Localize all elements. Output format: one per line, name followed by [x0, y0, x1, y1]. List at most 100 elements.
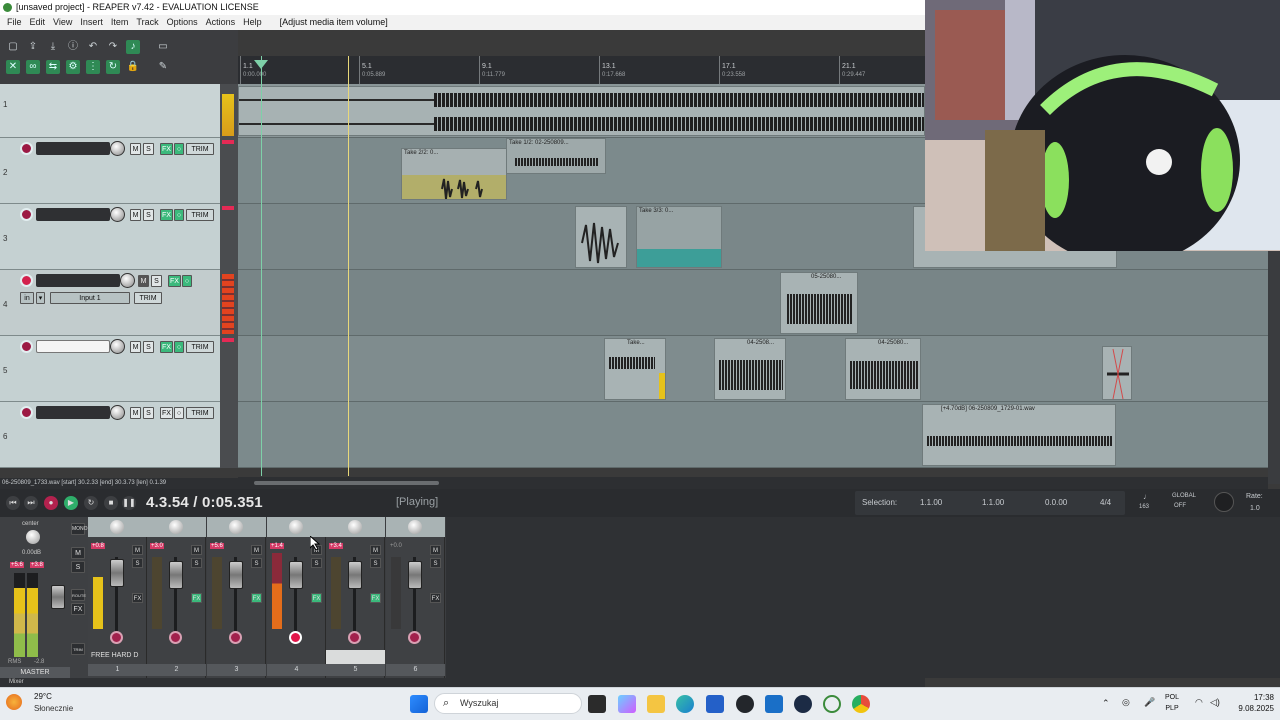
record-arm-button[interactable] — [169, 631, 182, 644]
horizontal-scroll-thumb[interactable] — [254, 481, 439, 485]
solo-button[interactable]: S — [151, 275, 162, 287]
media-item[interactable]: [+4.70dB] 06-250809_1729-01.wav — [922, 404, 1116, 466]
pan-knob[interactable] — [289, 520, 303, 534]
master-route-button[interactable]: ROUTE — [71, 589, 86, 601]
envelope-icon[interactable]: ✎ — [156, 60, 170, 74]
solo-button[interactable]: S — [143, 209, 154, 221]
master-pan-knob[interactable] — [26, 530, 40, 544]
media-item[interactable] — [238, 86, 925, 136]
redo-icon[interactable]: ↷ — [106, 40, 120, 54]
track-row[interactable]: 6 M S FX ○ TRIM — [0, 402, 220, 468]
grid-icon[interactable]: ▭ — [156, 40, 170, 54]
track-name-field[interactable] — [36, 142, 110, 155]
selection-length[interactable]: 0.0.00 — [1045, 498, 1067, 507]
chrome-icon[interactable] — [852, 695, 870, 713]
master-fx-button[interactable]: FX — [71, 603, 85, 615]
menu-track[interactable]: Track — [132, 15, 162, 30]
strip-name-field[interactable] — [326, 650, 385, 664]
solo-button[interactable]: S — [370, 558, 381, 568]
fx-bypass-icon[interactable]: ○ — [174, 407, 184, 419]
microphone-icon[interactable]: 🎤 — [1144, 697, 1155, 708]
pan-knob[interactable] — [169, 520, 183, 534]
track-name-field[interactable] — [36, 274, 120, 287]
mixer-docker-tab[interactable]: Mixer — [0, 678, 925, 687]
fx-button[interactable]: FX — [160, 209, 173, 221]
automation-trim-button[interactable]: TRIM — [186, 209, 214, 221]
pan-knob[interactable] — [348, 520, 362, 534]
fx-button[interactable]: FX — [132, 593, 143, 603]
new-project-icon[interactable]: ▢ — [6, 40, 20, 54]
timeline-ruler[interactable]: 1.1 0:00.000 5.1 0:05.889 9.1 0:11.779 1… — [238, 56, 925, 84]
record-arm-button[interactable] — [110, 631, 123, 644]
project-settings-icon[interactable]: ⓘ — [66, 40, 80, 54]
time-display[interactable]: 4.3.54 / 0:05.351 — [146, 494, 263, 511]
mute-button[interactable]: M — [191, 545, 202, 555]
automation-trim-button[interactable]: TRIM — [186, 341, 214, 353]
track-name-field[interactable] — [36, 340, 110, 353]
solo-button[interactable]: S — [191, 558, 202, 568]
global-automation-label[interactable]: GLOBAL — [1172, 493, 1196, 499]
solo-button[interactable]: S — [132, 558, 143, 568]
undo-icon[interactable]: ↶ — [86, 40, 100, 54]
solo-button[interactable]: S — [143, 143, 154, 155]
mute-button[interactable]: M — [370, 545, 381, 555]
menu-item[interactable]: Item — [107, 15, 133, 30]
pan-knob[interactable] — [229, 520, 243, 534]
rate-value[interactable]: 1.0 — [1250, 505, 1260, 512]
loop-icon[interactable]: ↻ — [106, 60, 120, 74]
auto-crossfade-icon[interactable]: ⚙ — [66, 60, 80, 74]
stop-icon[interactable]: ■ — [104, 496, 118, 510]
fx-button[interactable]: FX — [160, 143, 173, 155]
menu-actions[interactable]: Actions — [202, 15, 240, 30]
fade-handle[interactable] — [659, 373, 665, 399]
store-icon[interactable] — [706, 695, 724, 713]
automation-trim-button[interactable]: TRIM — [186, 143, 214, 155]
solo-button[interactable]: S — [143, 341, 154, 353]
record-arm-button[interactable] — [20, 142, 33, 155]
fx-bypass-icon[interactable]: ○ — [174, 341, 184, 353]
automation-trim-button[interactable]: TRIM — [134, 292, 162, 304]
volume-knob[interactable] — [120, 273, 135, 288]
solo-button[interactable]: S — [251, 558, 262, 568]
menu-help[interactable]: Help — [239, 15, 266, 30]
tempo[interactable]: 163 — [1139, 504, 1149, 510]
automation-trim-button[interactable]: TRIM — [186, 407, 214, 419]
volume-fader[interactable] — [169, 561, 183, 589]
item-grouping-icon[interactable]: ∞ — [26, 60, 40, 74]
record-arm-button[interactable] — [229, 631, 242, 644]
fx-button[interactable]: FX — [168, 275, 181, 287]
volume-fader[interactable] — [289, 561, 303, 589]
menu-view[interactable]: View — [49, 15, 76, 30]
mute-button[interactable]: M — [130, 143, 141, 155]
lock-icon[interactable]: 🔒 — [126, 60, 140, 74]
master-fader[interactable] — [51, 585, 65, 609]
media-item[interactable]: Take... — [604, 338, 666, 400]
track-name-field[interactable] — [36, 406, 110, 419]
fx-bypass-icon[interactable]: ○ — [182, 275, 192, 287]
record-arm-button[interactable] — [20, 340, 33, 353]
solo-button[interactable]: S — [430, 558, 441, 568]
record-arm-button[interactable] — [20, 406, 33, 419]
track-name-field[interactable] — [36, 208, 110, 221]
repeat-icon[interactable]: ↻ — [84, 496, 98, 510]
trim-content-icon[interactable]: ✕ — [6, 60, 20, 74]
mute-button[interactable]: M — [251, 545, 262, 555]
volume-fader[interactable] — [408, 561, 422, 589]
volume-fader[interactable] — [229, 561, 243, 589]
volume-knob[interactable] — [110, 141, 125, 156]
language-indicator[interactable]: POL PLP — [1165, 692, 1179, 714]
snap-grid-icon[interactable]: ⋮ — [86, 60, 100, 74]
media-item[interactable]: Take 3/3: 0... — [636, 206, 722, 268]
solo-button[interactable]: S — [143, 407, 154, 419]
media-item[interactable]: 05-25080... — [780, 272, 858, 334]
go-to-end-icon[interactable]: ⏭ — [24, 496, 38, 510]
track-row[interactable]: 2 M S FX ○ TRIM — [0, 138, 220, 204]
track-row[interactable]: 3 M S FX ○ TRIM — [0, 204, 220, 270]
record-arm-button[interactable] — [408, 631, 421, 644]
record-arm-button[interactable] — [348, 631, 361, 644]
go-to-start-icon[interactable]: ⏮ — [6, 496, 20, 510]
input-monitor-button[interactable]: in — [20, 292, 34, 304]
mute-button[interactable]: M — [138, 275, 149, 287]
volume-icon[interactable]: ◁) — [1210, 697, 1220, 708]
record-arm-button[interactable] — [20, 208, 33, 221]
